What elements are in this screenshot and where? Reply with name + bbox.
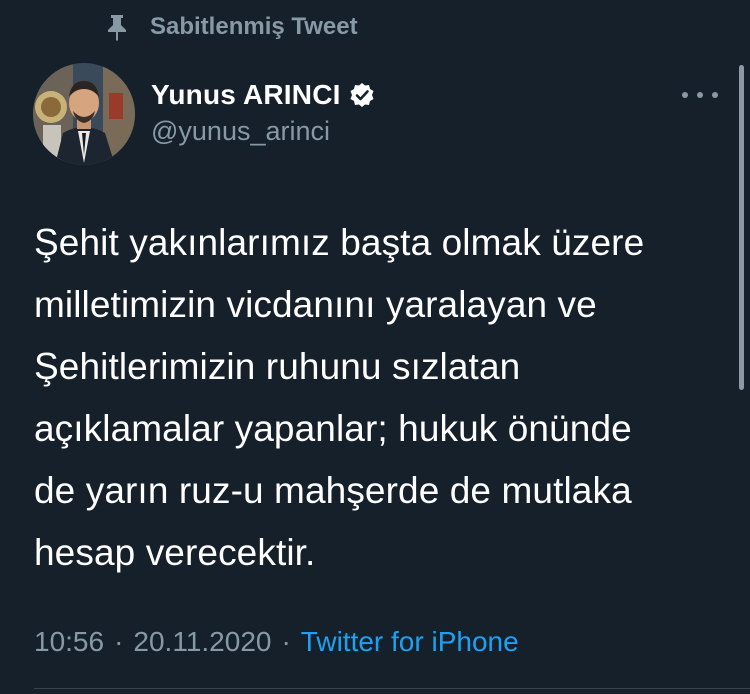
dot — [682, 92, 688, 98]
meta-separator: · — [114, 626, 124, 657]
tweet-source-link[interactable]: Twitter for iPhone — [301, 626, 519, 658]
scrollbar[interactable] — [739, 65, 744, 390]
dot — [697, 92, 703, 98]
more-options-icon[interactable] — [682, 86, 718, 104]
display-name[interactable]: Yunus ARINCI — [151, 79, 341, 111]
tweet-date: 20.11.2020 — [133, 626, 272, 657]
dot — [712, 92, 718, 98]
tweet-author[interactable]: Yunus ARINCI @yunus_arinci — [151, 78, 375, 147]
tweet-time: 10:56 — [34, 626, 105, 657]
tweet-detail-screen: Sabitlenmiş Tweet Yunus ARINCI @yunus_ar… — [0, 0, 750, 694]
meta-separator: · — [281, 626, 291, 657]
avatar[interactable] — [33, 63, 135, 165]
verified-badge-icon — [349, 82, 375, 108]
pin-icon — [102, 12, 132, 42]
divider — [34, 688, 750, 689]
pinned-label: Sabitlenmiş Tweet — [150, 13, 358, 40]
pinned-tweet-indicator: Sabitlenmiş Tweet — [102, 12, 358, 42]
tweet-metadata: 10:56 · 20.11.2020 · Twitter for iPhone — [34, 626, 519, 658]
user-handle[interactable]: @yunus_arinci — [151, 116, 375, 147]
tweet-text: Şehit yakınlarımız başta olmak üzere mil… — [34, 222, 645, 573]
